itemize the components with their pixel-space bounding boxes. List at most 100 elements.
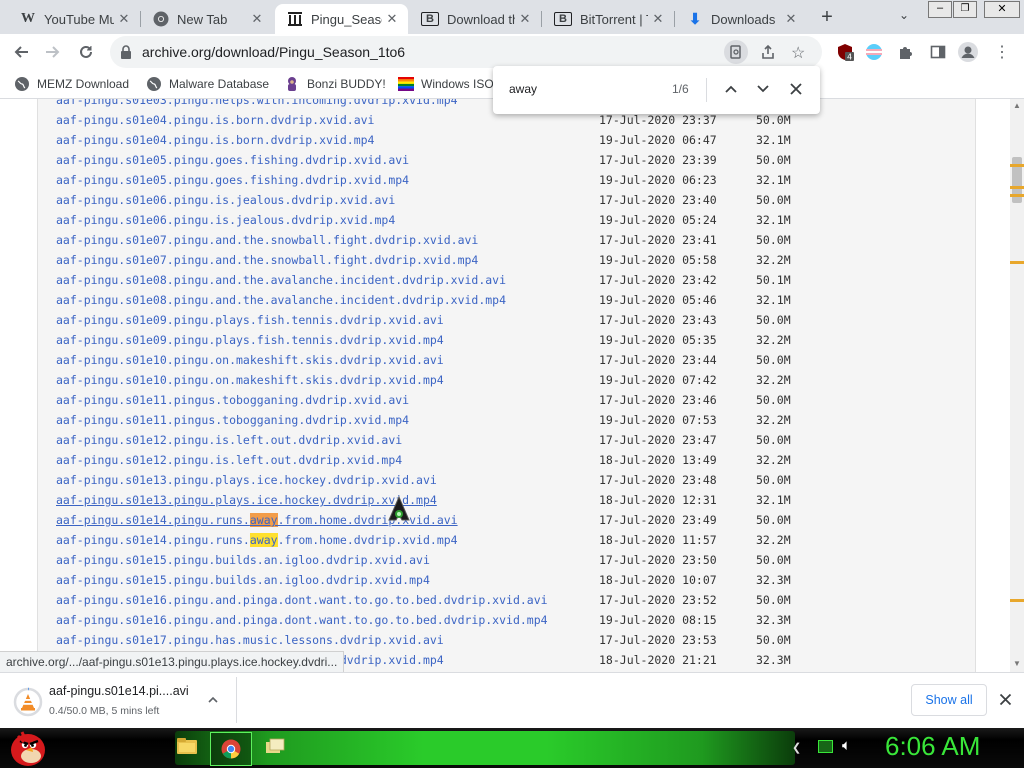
back-arrow-icon[interactable] [6, 37, 36, 67]
side-panel-icon[interactable] [928, 42, 948, 62]
volume-speaker-icon[interactable]: 🔈︎ [842, 737, 851, 754]
close-shelf-icon[interactable] [999, 693, 1012, 711]
file-date: 17-Jul-2020 23:39 [599, 153, 717, 167]
find-close-icon[interactable] [789, 82, 803, 101]
file-size: 50.0M [756, 633, 791, 647]
file-link[interactable]: aaf-pingu.s01e11.pingus.tobogganing.dvdr… [56, 410, 409, 430]
find-previous-chevron-up-icon[interactable] [724, 82, 738, 101]
file-link[interactable]: aaf-pingu.s01e09.pingu.plays.fish.tennis… [56, 310, 444, 330]
forward-arrow-icon[interactable] [38, 37, 68, 67]
scroll-down-arrow-icon[interactable]: ▼ [1013, 659, 1021, 668]
find-next-chevron-down-icon[interactable] [756, 82, 770, 101]
share-icon[interactable] [760, 44, 776, 65]
file-link[interactable]: aaf-pingu.s01e15.pingu.builds.an.igloo.d… [56, 550, 430, 570]
trans-flag-extension-icon[interactable] [864, 42, 884, 62]
file-link[interactable]: aaf-pingu.s01e07.pingu.and.the.snowball.… [56, 250, 478, 270]
file-date: 17-Jul-2020 23:52 [599, 593, 717, 607]
extensions-puzzle-icon[interactable] [896, 42, 916, 62]
url-text: archive.org/download/Pingu_Season_1to6 [142, 44, 406, 60]
restore-icon[interactable]: ❐ [953, 1, 977, 18]
close-tab-icon[interactable]: ✕ [515, 11, 535, 27]
file-link[interactable]: aaf-pingu.s01e17.pingu.has.music.lessons… [56, 630, 444, 650]
file-link[interactable]: aaf-pingu.s01e14.pingu.runs.away.from.ho… [56, 530, 458, 550]
file-link[interactable]: aaf-pingu.s01e04.pingu.is.born.dvdrip.xv… [56, 130, 375, 150]
close-tab-icon[interactable]: ✕ [648, 11, 668, 27]
folders-icon[interactable] [264, 736, 286, 763]
menu-kebab-icon[interactable]: ⋮ [992, 42, 1012, 62]
file-date: 19-Jul-2020 06:47 [599, 133, 717, 147]
bookmark-memz[interactable]: MEMZ Download [14, 75, 129, 93]
find-match-tick [1010, 599, 1024, 602]
file-row: aaf-pingu.s01e14.pingu.runs.away.from.ho… [38, 530, 975, 550]
archive-icon [287, 11, 303, 27]
file-link[interactable]: aaf-pingu.s01e06.pingu.is.jealous.dvdrip… [56, 210, 395, 230]
vertical-scrollbar[interactable]: ▲ ▼ [1010, 99, 1024, 672]
taskbar-chrome-button[interactable] [210, 732, 252, 766]
tab-bittorrent[interactable]: B BitTorrent | T ✕ [542, 4, 675, 34]
close-tab-icon[interactable]: ✕ [382, 11, 402, 27]
profile-avatar-icon[interactable] [958, 42, 978, 62]
file-date: 19-Jul-2020 06:23 [599, 173, 717, 187]
find-input[interactable]: away [509, 82, 537, 96]
address-bar[interactable]: archive.org/download/Pingu_Season_1to6 ☆ [110, 36, 822, 68]
new-tab-plus-icon[interactable]: + [814, 6, 840, 30]
bookmark-star-icon[interactable]: ☆ [791, 43, 805, 63]
file-link[interactable]: aaf-pingu.s01e15.pingu.builds.an.igloo.d… [56, 570, 430, 590]
file-date: 17-Jul-2020 23:47 [599, 433, 717, 447]
close-window-icon[interactable]: ✕ [984, 1, 1020, 18]
taskbar-clock[interactable]: 6:06 AM [885, 731, 980, 762]
close-tab-icon[interactable]: ✕ [781, 11, 801, 27]
download-options-chevron-up-icon[interactable] [207, 693, 219, 711]
tab-title: Downloads [711, 11, 776, 27]
file-link[interactable]: aaf-pingu.s01e16.pingu.and.pinga.dont.wa… [56, 610, 548, 630]
file-size: 50.0M [756, 513, 791, 527]
file-size: 32.2M [756, 373, 791, 387]
tab-pingu-season[interactable]: Pingu_Seaso ✕ [275, 4, 408, 34]
file-link[interactable]: aaf-pingu.s01e05.pingu.goes.fishing.dvdr… [56, 170, 409, 190]
file-link[interactable]: aaf-pingu.s01e08.pingu.and.the.avalanche… [56, 290, 506, 310]
file-link[interactable]: aaf-pingu.s01e08.pingu.and.the.avalanche… [56, 270, 506, 290]
close-tab-icon[interactable]: ✕ [114, 11, 134, 27]
tab-new-tab[interactable]: New Tab ✕ [141, 4, 273, 34]
tab-youtube-music[interactable]: W YouTube Mu ✕ [8, 4, 141, 34]
ublock-extension-icon[interactable]: 4 [835, 42, 855, 62]
file-explorer-folder-icon[interactable] [176, 735, 198, 762]
file-link[interactable]: aaf-pingu.s01e12.pingu.is.left.out.dvdri… [56, 450, 402, 470]
network-monitor-icon[interactable] [818, 740, 833, 753]
link-status-bubble: archive.org/.../aaf-pingu.s01e13.pingu.p… [0, 651, 345, 672]
lock-icon[interactable] [120, 45, 132, 64]
bookmark-bonzi-buddy[interactable]: Bonzi BUDDY! [284, 75, 386, 93]
file-link[interactable]: aaf-pingu.s01e05.pingu.goes.fishing.dvdr… [56, 150, 409, 170]
file-link[interactable]: aaf-pingu.s01e13.pingu.plays.ice.hockey.… [56, 470, 437, 490]
angry-bird-start-icon[interactable] [6, 728, 48, 773]
file-link[interactable]: aaf-pingu.s01e12.pingu.is.left.out.dvdri… [56, 430, 402, 450]
file-link[interactable]: aaf-pingu.s01e10.pingu.on.makeshift.skis… [56, 370, 444, 390]
file-link[interactable]: aaf-pingu.s01e07.pingu.and.the.snowball.… [56, 230, 478, 250]
file-link[interactable]: aaf-pingu.s01e03.pingu.helps.with.incomi… [56, 99, 458, 110]
scroll-up-arrow-icon[interactable]: ▲ [1013, 101, 1021, 110]
file-date: 17-Jul-2020 23:50 [599, 553, 717, 567]
close-tab-icon[interactable]: ✕ [247, 11, 267, 27]
find-in-page-icon[interactable] [724, 40, 748, 64]
file-row: aaf-pingu.s01e16.pingu.and.pinga.dont.wa… [38, 610, 975, 630]
file-link[interactable]: aaf-pingu.s01e06.pingu.is.jealous.dvdrip… [56, 190, 395, 210]
tab-downloads[interactable]: ⬇ Downloads ✕ [675, 4, 807, 34]
tab-search-chevron-icon[interactable]: ⌄ [894, 8, 914, 28]
minimize-icon[interactable]: – [928, 1, 952, 18]
bookmark-malware-database[interactable]: Malware Database [146, 75, 269, 93]
file-link[interactable]: aaf-pingu.s01e13.pingu.plays.ice.hockey.… [56, 490, 437, 510]
tray-chevron-icon[interactable]: ❮ [792, 741, 801, 754]
tab-download-the[interactable]: B Download th ✕ [409, 4, 542, 34]
file-link[interactable]: aaf-pingu.s01e09.pingu.plays.fish.tennis… [56, 330, 444, 350]
bookmark-windows-iso[interactable]: Windows ISO [398, 75, 494, 93]
file-link[interactable]: aaf-pingu.s01e11.pingus.tobogganing.dvdr… [56, 390, 409, 410]
download-filename[interactable]: aaf-pingu.s01e14.pi....avi [49, 684, 189, 698]
find-result-count: 1/6 [672, 82, 689, 96]
file-link[interactable]: aaf-pingu.s01e16.pingu.and.pinga.dont.wa… [56, 590, 548, 610]
file-link[interactable]: aaf-pingu.s01e10.pingu.on.makeshift.skis… [56, 350, 444, 370]
file-date: 18-Jul-2020 11:57 [599, 533, 717, 547]
show-all-button[interactable]: Show all [911, 684, 987, 716]
reload-icon[interactable] [71, 37, 101, 67]
file-size: 32.2M [756, 453, 791, 467]
file-link[interactable]: aaf-pingu.s01e04.pingu.is.born.dvdrip.xv… [56, 110, 375, 130]
